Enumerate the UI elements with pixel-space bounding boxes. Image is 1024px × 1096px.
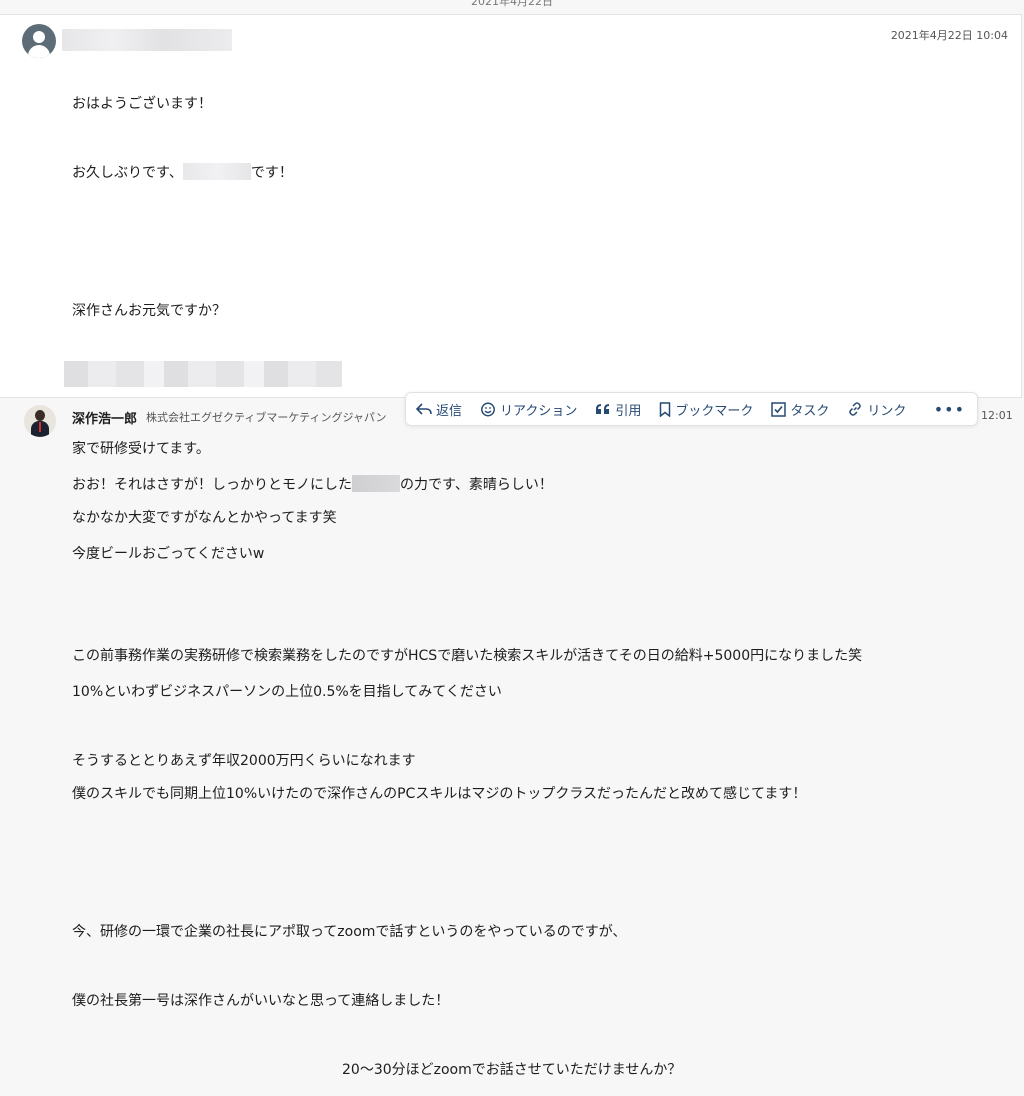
message-body: おお！それはさすが！しっかりとモノにした の力です、素晴らしい！ 今度ビールおごっ… (72, 428, 553, 796)
message-line (72, 612, 553, 635)
message-line (72, 231, 862, 254)
quote-icon (596, 404, 610, 414)
reply-label: 返信 (436, 403, 463, 419)
quote-button[interactable]: 引用 (595, 400, 641, 419)
sender-company: 株式会社エグゼクティブマーケティングジャパン (146, 411, 387, 424)
message-line: 深作さんお元気ですか？ (72, 303, 226, 319)
message-line: 20〜30分ほどzoomでお話させていただけませんか？ (342, 1062, 682, 1078)
message-action-toolbar: 返信 リアクション 引用 ブックマーク タスク リンク ••• (405, 392, 978, 426)
message-line (72, 852, 862, 875)
message-timestamp: 12:01 (981, 409, 1013, 422)
default-avatar-icon[interactable] (22, 24, 56, 58)
message-timestamp: 2021年4月22日 10:04 (890, 29, 1008, 42)
reaction-button[interactable]: リアクション (480, 400, 577, 419)
redacted-name-inline (182, 163, 251, 180)
task-label: タスク (790, 403, 830, 419)
link-button[interactable]: リンク (847, 400, 906, 419)
redacted-name-inline (352, 475, 400, 492)
task-checkbox-icon (771, 401, 787, 417)
message-line: 今、研修の一環で企業の社長にアポ取ってzoomで話すというのをやっているのですが… (72, 924, 627, 940)
reply-icon (416, 403, 432, 415)
bookmark-label: ブックマーク (675, 403, 754, 419)
link-label: リンク (867, 403, 907, 419)
link-icon (849, 402, 862, 416)
date-separator: 2021年4月22日 (471, 0, 553, 8)
user-avatar[interactable] (24, 405, 56, 437)
more-options-icon[interactable]: ••• (934, 400, 965, 419)
message-line: 僕の社長第一号は深作さんがいいなと思って連絡しました！ (72, 993, 450, 1009)
message-line: 10%といわずビジネスパーソンの上位0.5%を目指してみてください (72, 684, 502, 700)
bookmark-button[interactable]: ブックマーク (659, 400, 753, 419)
sender-name[interactable]: 深作浩一郎 (72, 408, 137, 427)
message-line: 今度ビールおごってくださいw (72, 546, 265, 562)
message-line: お久しぶりです、 です！ (72, 163, 293, 181)
task-button[interactable]: タスク (771, 400, 829, 419)
reaction-label: リアクション (500, 403, 578, 419)
reply-button[interactable]: 返信 (416, 400, 462, 419)
message-line: おはようございます！ (72, 96, 212, 112)
redacted-text-block (64, 361, 342, 387)
message-line: おお！それはさすが！しっかりとモノにした の力です、素晴らしい！ (72, 475, 553, 493)
quote-label: 引用 (615, 403, 642, 419)
bookmark-icon (660, 401, 671, 417)
smiley-plus-icon (481, 402, 495, 417)
message-line: そうするととりあえず年収2000万円くらいになれます (72, 753, 416, 769)
